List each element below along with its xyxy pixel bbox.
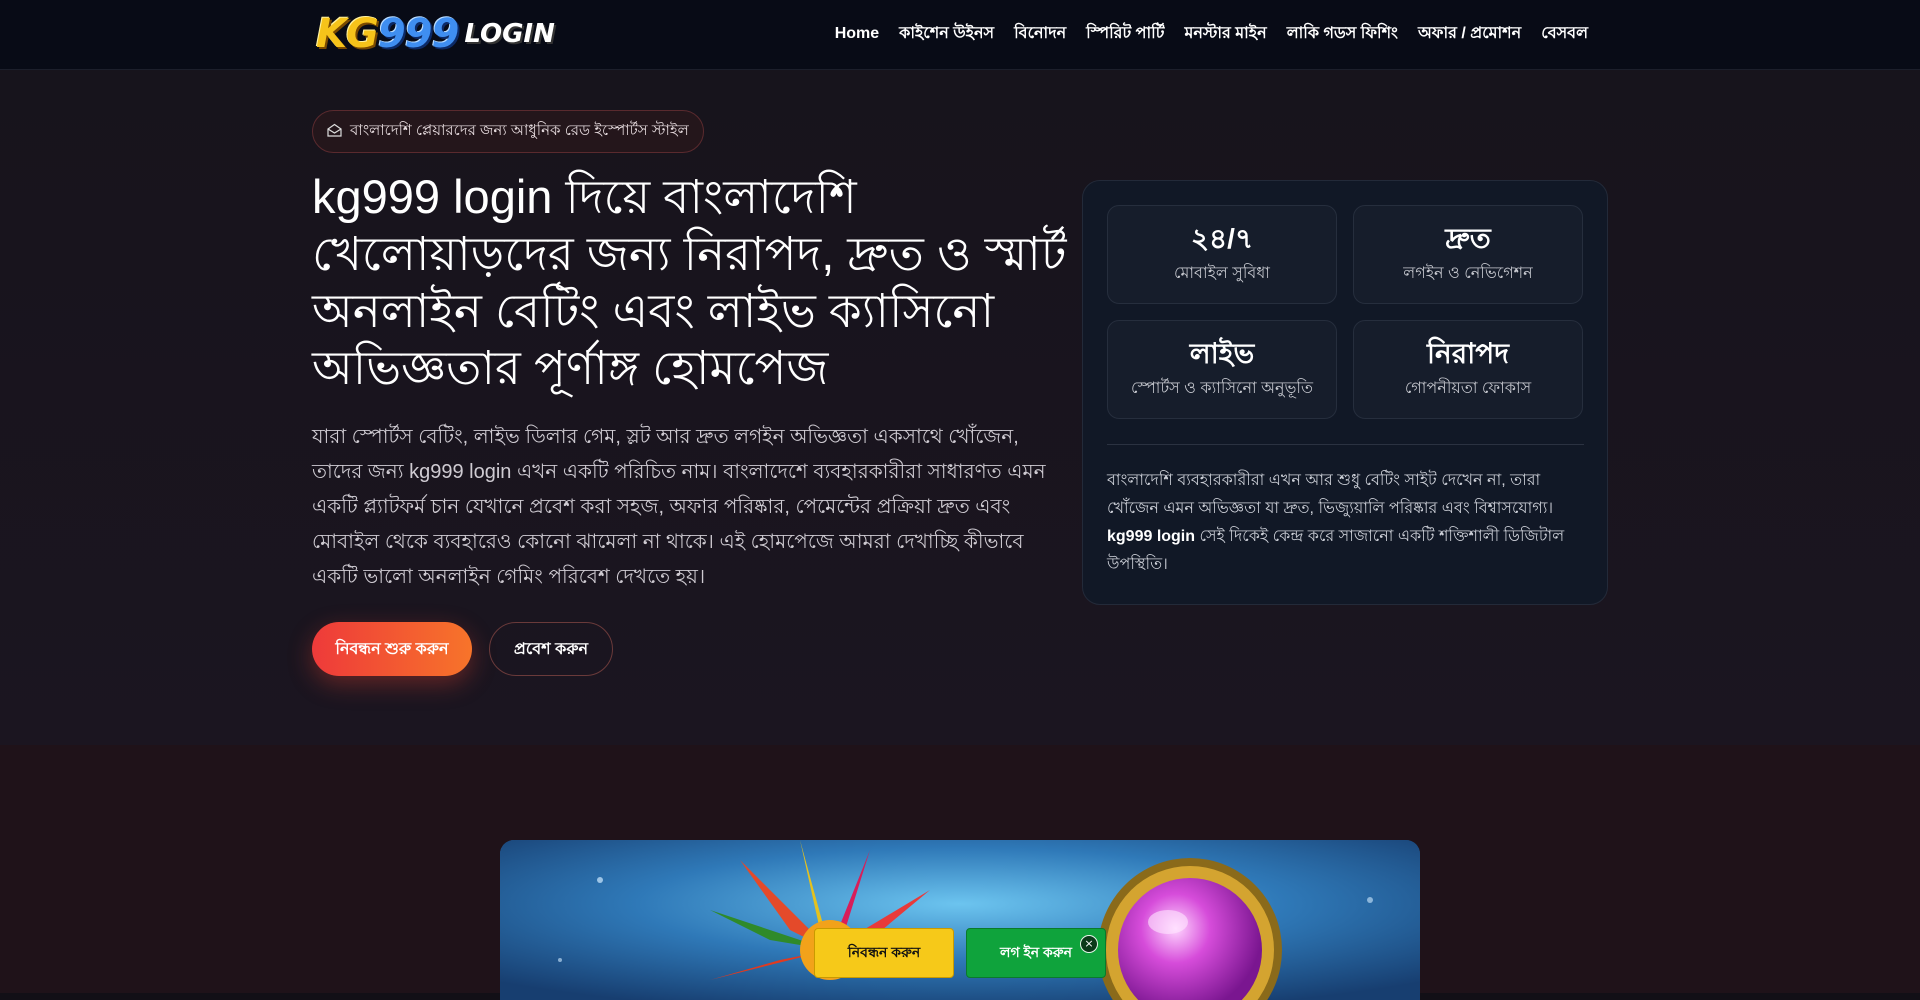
site-header: KG 999 LOGIN Home কাইশেন উইনস বিনোদন স্প…: [0, 0, 1920, 70]
stat-value: দ্রুত: [1445, 223, 1491, 254]
stats-card: ২৪/৭ মোবাইল সুবিধা দ্রুত লগইন ও নেভিগেশন…: [1082, 180, 1608, 605]
game-art: [500, 840, 1420, 1000]
stat-caption: গোপনীয়তা ফোকাস: [1404, 380, 1532, 397]
stat-caption: মোবাইল সুবিধা: [1174, 265, 1270, 282]
nav-item-kaishen-wins[interactable]: কাইশেন উইনস: [889, 22, 1004, 46]
nav-item-offers[interactable]: অফার / প্রমোশন: [1408, 22, 1531, 46]
start-registration-button[interactable]: নিবন্ধন শুরু করুন: [312, 622, 472, 676]
logo-number-text: 999: [377, 11, 459, 57]
site-logo[interactable]: KG 999 LOGIN: [316, 11, 555, 57]
nav-item-home[interactable]: Home: [825, 22, 889, 46]
stat-value: লাইভ: [1189, 338, 1255, 369]
hero-badge: বাংলাদেশি প্লেয়ারদের জন্য আধুনিক রেড ইস…: [312, 110, 704, 153]
hero-lead-paragraph: যারা স্পোর্টস বেটিং, লাইভ ডিলার গেম, স্ল…: [312, 426, 1046, 588]
nav-item-baseball[interactable]: বেসবল: [1531, 22, 1598, 46]
stat-tile-mobile: ২৪/৭ মোবাইল সুবিধা: [1107, 205, 1337, 304]
stat-caption: স্পোর্টস ও ক্যাসিনো অনুভূতি: [1130, 380, 1314, 397]
logo-login-text: LOGIN: [464, 19, 555, 49]
stat-tile-secure: নিরাপদ গোপনীয়তা ফোকাস: [1353, 320, 1583, 419]
nav-item-lucky-gods-fishing[interactable]: লাকি গডস ফিশিং: [1277, 22, 1408, 46]
nav-item-monster-mine[interactable]: মনস্টার মাইন: [1174, 22, 1276, 46]
stat-value: ২৪/৭: [1190, 223, 1254, 254]
main-nav: Home কাইশেন উইনস বিনোদন স্পিরিট পার্টি ম…: [825, 22, 1598, 46]
enter-button[interactable]: প্রবেশ করুন: [489, 622, 613, 676]
stat-caption: লগইন ও নেভিগেশন: [1403, 265, 1533, 282]
nav-item-entertainment[interactable]: বিনোদন: [1004, 22, 1076, 46]
hero-badge-text: বাংলাদেশি প্লেয়ারদের জন্য আধুনিক রেড ইস…: [350, 122, 689, 139]
hero-headline: kg999 login দিয়ে বাংলাদেশি খেলোয়াড়দের…: [312, 170, 1067, 394]
stats-description-text: বাংলাদেশি ব্যবহারকারীরা এখন আর শুধু বেটি…: [1107, 472, 1554, 517]
stat-value: নিরাপদ: [1427, 338, 1509, 369]
mail-open-icon: [327, 123, 342, 140]
close-icon[interactable]: ×: [1080, 935, 1098, 953]
game-banner-image: [500, 840, 1420, 1000]
floating-register-button[interactable]: নিবন্ধন করুন: [814, 928, 954, 978]
stats-description: বাংলাদেশি ব্যবহারকারীরা এখন আর শুধু বেটি…: [1107, 467, 1584, 579]
logo-kg-text: KG: [316, 11, 379, 57]
stat-tile-live: লাইভ স্পোর্টস ও ক্যাসিনো অনুভূতি: [1107, 320, 1337, 419]
stats-divider: [1107, 444, 1584, 445]
nav-item-spirit-party[interactable]: স্পিরিট পার্টি: [1076, 22, 1174, 46]
stats-description-bold: kg999 login: [1107, 528, 1196, 545]
stat-tile-fast: দ্রুত লগইন ও নেভিগেশন: [1353, 205, 1583, 304]
